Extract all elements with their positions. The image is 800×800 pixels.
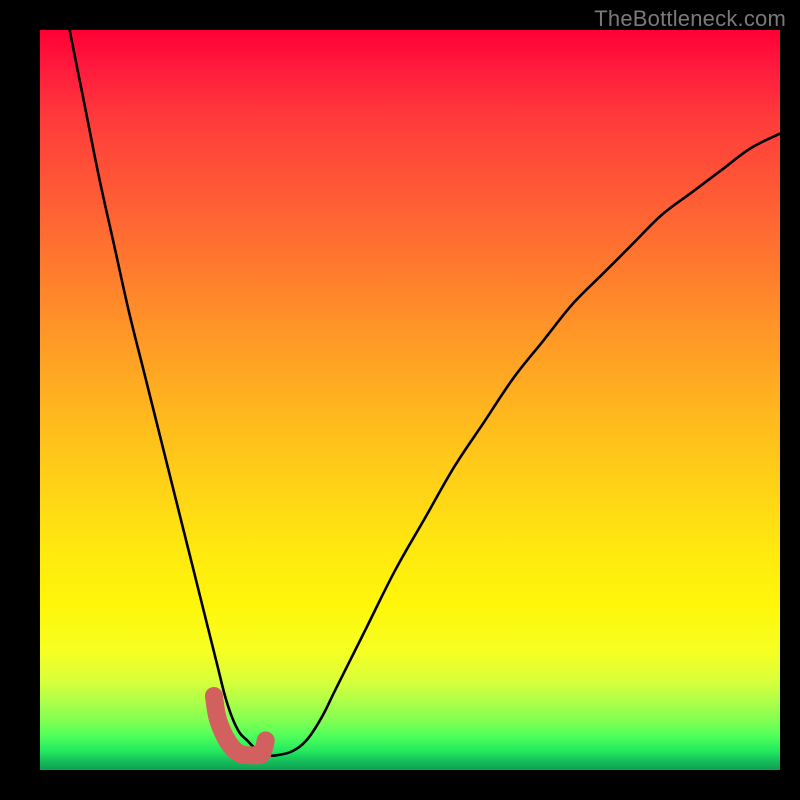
curve-layer bbox=[40, 30, 780, 770]
plot-area bbox=[40, 30, 780, 770]
optimal-band-marker bbox=[214, 696, 266, 755]
bottleneck-curve bbox=[70, 30, 780, 756]
chart-frame: TheBottleneck.com bbox=[0, 0, 800, 800]
watermark-text: TheBottleneck.com bbox=[594, 6, 786, 32]
